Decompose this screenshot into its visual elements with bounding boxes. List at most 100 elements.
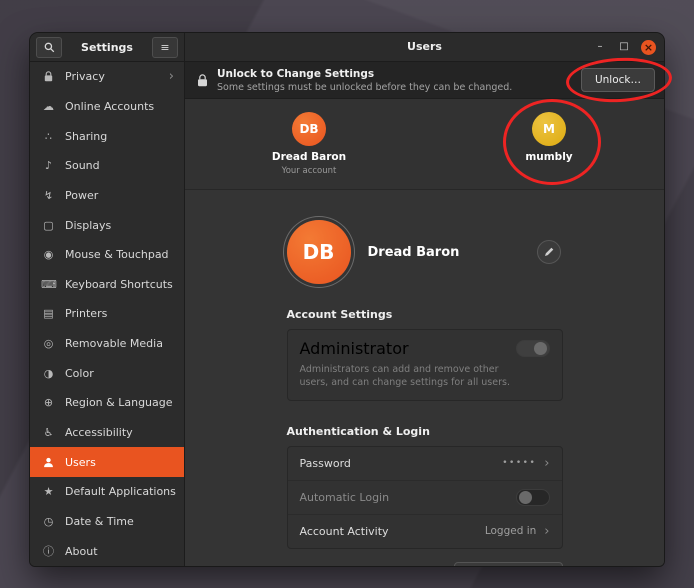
color-icon: ◑	[41, 368, 56, 379]
administrator-label: Administrator	[300, 339, 409, 358]
maximize-button[interactable]: □	[617, 42, 631, 52]
user-details: DB Dread Baron Account Settings	[185, 190, 664, 566]
sidebar-item-sound[interactable]: ♪ Sound	[30, 151, 184, 181]
automatic-login-row: Automatic Login	[288, 480, 562, 514]
lock-icon	[41, 71, 56, 82]
unlock-banner: Unlock to Change Settings Some settings …	[185, 62, 664, 99]
account-activity-value: Logged in	[485, 525, 536, 537]
password-row[interactable]: Password ••••• ›	[288, 447, 562, 480]
keyboard-icon: ⌨	[41, 279, 56, 290]
sidebar-item-online-accounts[interactable]: ☁ Online Accounts	[30, 92, 184, 122]
sidebar-item-label: Mouse & Touchpad	[65, 248, 169, 261]
sidebar-item-label: Privacy	[65, 70, 105, 83]
lock-icon	[197, 74, 208, 87]
cloud-icon: ☁	[41, 101, 56, 112]
sidebar-item-label: Online Accounts	[65, 100, 154, 113]
star-icon: ★	[41, 486, 56, 497]
sidebar-item-label: Sound	[65, 159, 100, 172]
sidebar-item-keyboard-shortcuts[interactable]: ⌨ Keyboard Shortcuts	[30, 269, 184, 299]
users-panel: Unlock to Change Settings Some settings …	[185, 62, 664, 566]
sidebar-item-removable-media[interactable]: ◎ Removable Media	[30, 329, 184, 359]
carousel-user-mumbly[interactable]: M mumbly	[489, 112, 609, 163]
sidebar-item-displays[interactable]: ▢ Displays	[30, 210, 184, 240]
sidebar-item-label: Users	[65, 456, 96, 469]
remove-user-button[interactable]: Remove User…	[454, 562, 562, 566]
sidebar-item-label: Keyboard Shortcuts	[65, 278, 173, 291]
display-icon: ▢	[41, 220, 56, 231]
unlock-banner-subtitle: Some settings must be unlocked before th…	[217, 82, 512, 93]
window-controls: – □ ×	[593, 33, 656, 61]
unlock-banner-title: Unlock to Change Settings	[217, 68, 512, 80]
section-header-authentication: Authentication & Login	[287, 425, 563, 438]
sidebar-item-region-language[interactable]: ⊕ Region & Language	[30, 388, 184, 418]
sidebar-item-privacy[interactable]: Privacy ›	[30, 62, 184, 92]
sidebar-item-users[interactable]: Users	[30, 447, 184, 477]
administrator-toggle[interactable]	[516, 340, 550, 357]
accessibility-icon: ♿	[41, 427, 56, 438]
sidebar-item-about[interactable]: ⓘ About	[30, 536, 184, 566]
sidebar-item-power[interactable]: ↯ Power	[30, 181, 184, 211]
avatar: DB	[292, 112, 326, 146]
main-header: Users – □ ×	[185, 33, 664, 61]
chevron-right-icon: ›	[169, 70, 174, 83]
sidebar-item-color[interactable]: ◑ Color	[30, 358, 184, 388]
titlebar: Settings ≡ Users – □ ×	[30, 33, 664, 62]
chevron-right-icon: ›	[544, 525, 549, 538]
mouse-icon: ◉	[41, 249, 56, 260]
sidebar-item-label: Region & Language	[65, 396, 173, 409]
sidebar-item-printers[interactable]: ▤ Printers	[30, 299, 184, 329]
desktop-background: Settings ≡ Users – □ ×	[0, 0, 694, 588]
power-icon: ↯	[41, 190, 56, 201]
primary-menu-button[interactable]: ≡	[152, 37, 178, 58]
sidebar-item-label: Power	[65, 189, 98, 202]
password-label: Password	[300, 457, 351, 470]
sidebar-item-accessibility[interactable]: ♿ Accessibility	[30, 418, 184, 448]
printer-icon: ▤	[41, 308, 56, 319]
user-carousel: DB Dread Baron Your account M mumbly	[185, 99, 664, 190]
carousel-user-name: Dread Baron	[272, 151, 346, 163]
carousel-user-dread-baron[interactable]: DB Dread Baron Your account	[249, 112, 369, 176]
globe-icon: ⊕	[41, 397, 56, 408]
unlock-button[interactable]: Unlock…	[581, 68, 655, 92]
sidebar-item-mouse-touchpad[interactable]: ◉ Mouse & Touchpad	[30, 240, 184, 270]
profile-row: DB Dread Baron	[287, 220, 563, 284]
automatic-login-toggle[interactable]	[516, 489, 550, 506]
section-header-account-settings: Account Settings	[287, 308, 563, 321]
share-icon: ∴	[41, 131, 56, 142]
sidebar-header: Settings ≡	[30, 33, 185, 61]
profile-name: Dread Baron	[368, 245, 460, 260]
sidebar-item-label: Displays	[65, 219, 111, 232]
search-button[interactable]	[36, 37, 62, 58]
avatar: M	[532, 112, 566, 146]
carousel-user-subtitle: Your account	[282, 166, 337, 176]
password-value: •••••	[502, 458, 536, 468]
sidebar-item-label: About	[65, 545, 98, 558]
sidebar-item-default-applications[interactable]: ★ Default Applications	[30, 477, 184, 507]
settings-window: Settings ≡ Users – □ ×	[30, 33, 664, 566]
account-activity-label: Account Activity	[300, 525, 389, 538]
search-icon	[44, 42, 55, 53]
hamburger-menu-icon: ≡	[160, 42, 169, 53]
sidebar-item-label: Removable Media	[65, 337, 163, 350]
sidebar-item-label: Accessibility	[65, 426, 133, 439]
rename-user-button[interactable]	[537, 240, 561, 264]
carousel-user-name: mumbly	[525, 151, 572, 163]
pencil-icon	[544, 247, 554, 257]
chevron-right-icon: ›	[544, 457, 549, 470]
sidebar-item-date-time[interactable]: ◷ Date & Time	[30, 507, 184, 537]
minimize-button[interactable]: –	[593, 42, 607, 52]
close-button[interactable]: ×	[641, 40, 656, 55]
automatic-login-label: Automatic Login	[300, 491, 390, 504]
users-icon	[41, 457, 56, 468]
sidebar-item-label: Default Applications	[65, 485, 176, 498]
sidebar-item-label: Sharing	[65, 130, 107, 143]
info-icon: ⓘ	[41, 546, 56, 557]
sidebar-title: Settings	[66, 41, 148, 54]
account-activity-row[interactable]: Account Activity Logged in ›	[288, 514, 562, 548]
avatar[interactable]: DB	[287, 220, 351, 284]
clock-icon: ◷	[41, 516, 56, 527]
account-settings-card: Administrator Administrators can add and…	[287, 329, 563, 401]
settings-sidebar: Privacy › ☁ Online Accounts ∴ Sharing ♪ …	[30, 62, 185, 566]
sidebar-item-sharing[interactable]: ∴ Sharing	[30, 121, 184, 151]
sidebar-item-label: Printers	[65, 307, 107, 320]
